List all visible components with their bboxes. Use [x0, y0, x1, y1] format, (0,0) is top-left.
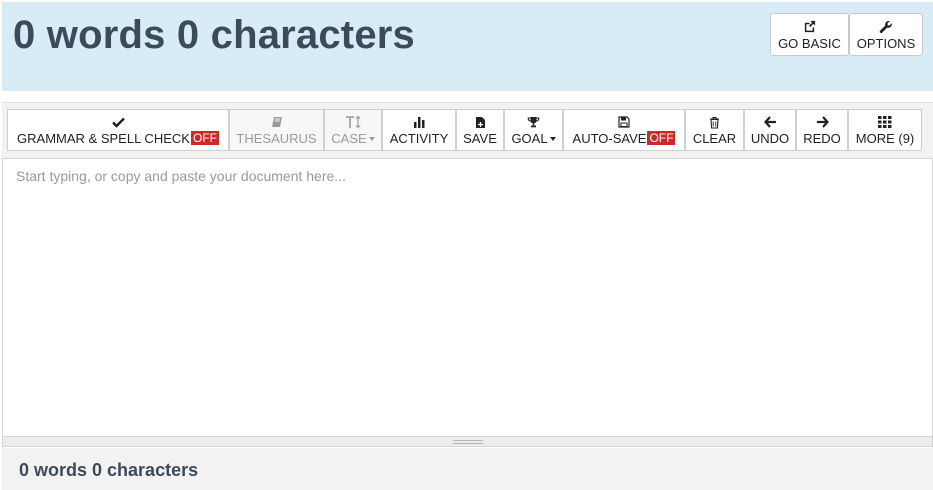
grip-icon: [452, 439, 483, 444]
more-button[interactable]: MORE (9): [848, 109, 922, 151]
arrow-right-icon: [816, 115, 829, 130]
document-textarea[interactable]: [3, 159, 932, 436]
floppy-disk-icon: [618, 115, 630, 130]
clear-button[interactable]: CLEAR: [685, 109, 744, 151]
wrench-icon: [879, 19, 893, 35]
auto-save-label: AUTO-SAVE: [572, 130, 647, 146]
chevron-down-icon: [368, 137, 375, 141]
thesaurus-button[interactable]: THESAURUS: [229, 109, 324, 151]
trophy-icon: [527, 115, 540, 130]
word-count-status: 0 words 0 characters: [19, 460, 199, 480]
check-icon: [111, 115, 125, 130]
go-basic-button[interactable]: GO BASIC: [770, 13, 849, 56]
external-link-icon: [803, 19, 816, 35]
redo-button[interactable]: REDO: [796, 109, 848, 151]
options-button[interactable]: OPTIONS: [849, 13, 923, 56]
goal-dropdown[interactable]: GOAL: [504, 109, 563, 151]
toolbar: GRAMMAR & SPELL CHECK OFF THESAURUS CASE…: [2, 102, 933, 158]
activity-label: ACTIVITY: [389, 130, 449, 146]
header-bar: 0 words 0 characters GO BASIC OPTIONS: [2, 2, 933, 91]
editor-area: [2, 158, 933, 437]
save-label: SAVE: [463, 130, 497, 146]
redo-label: REDO: [803, 130, 841, 146]
grammar-spell-check-button[interactable]: GRAMMAR & SPELL CHECK OFF: [7, 109, 229, 151]
case-dropdown[interactable]: CASE: [324, 109, 382, 151]
goal-label: GOAL: [511, 130, 548, 146]
grid-icon: [878, 115, 892, 130]
more-label: MORE (9): [855, 130, 915, 146]
arrow-left-icon: [763, 115, 777, 130]
options-label: OPTIONS: [856, 35, 916, 51]
thesaurus-label: THESAURUS: [236, 130, 317, 146]
page-title: 0 words 0 characters: [13, 13, 415, 57]
activity-button[interactable]: ACTIVITY: [382, 109, 456, 151]
file-save-icon: [475, 115, 486, 130]
resize-handle[interactable]: [2, 437, 933, 447]
auto-save-off-badge: OFF: [647, 131, 676, 145]
grammar-label: GRAMMAR & SPELL CHECK: [17, 130, 190, 146]
undo-label: UNDO: [750, 130, 790, 146]
grammar-off-badge: OFF: [190, 131, 219, 145]
text-height-icon: [345, 115, 361, 130]
case-label: CASE: [331, 130, 367, 146]
save-button[interactable]: SAVE: [456, 109, 504, 151]
go-basic-label: GO BASIC: [778, 35, 841, 51]
status-bar: 0 words 0 characters: [2, 448, 933, 490]
trash-icon: [709, 115, 720, 130]
book-icon: [271, 115, 283, 130]
undo-button[interactable]: UNDO: [744, 109, 796, 151]
clear-label: CLEAR: [692, 130, 737, 146]
auto-save-button[interactable]: AUTO-SAVE OFF: [563, 109, 685, 151]
bar-chart-icon: [413, 115, 426, 130]
chevron-down-icon: [549, 137, 556, 141]
